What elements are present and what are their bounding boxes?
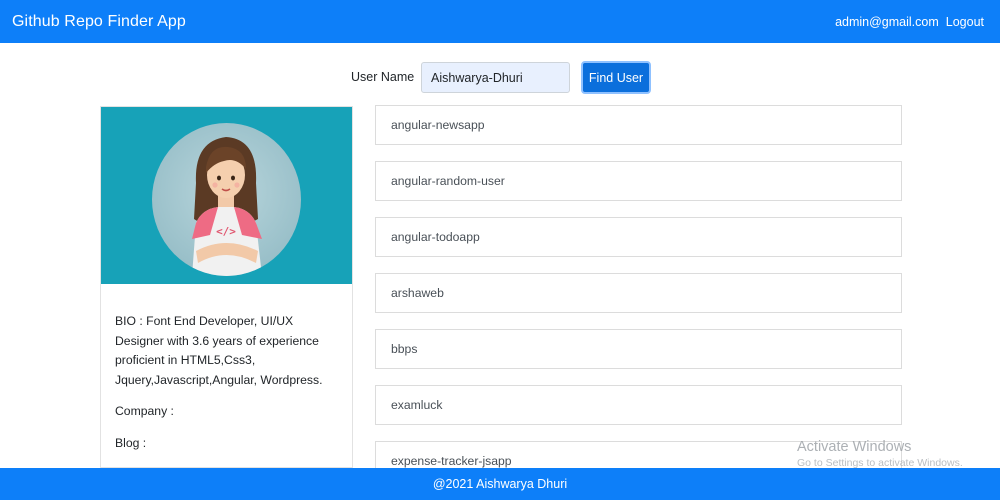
developer-girl-avatar-icon: </> bbox=[152, 123, 301, 276]
repo-item-arshaweb[interactable]: arshaweb bbox=[375, 273, 902, 313]
repo-item-bbps[interactable]: bbps bbox=[375, 329, 902, 369]
user-email: admin@gmail.com bbox=[835, 14, 939, 29]
footer-text: @2021 Aishwarya Dhuri bbox=[432, 477, 568, 491]
profile-company: Company : bbox=[115, 404, 174, 418]
repo-item-angular-todoapp[interactable]: angular-todoapp bbox=[375, 217, 902, 257]
profile-details: BIO : Font End Developer, UI/UX Designer… bbox=[101, 284, 352, 453]
nav-right: admin@gmail.com Logout bbox=[835, 15, 984, 29]
user-name-input[interactable] bbox=[421, 62, 570, 93]
footer: @2021 Aishwarya Dhuri bbox=[0, 468, 1000, 500]
navbar: Github Repo Finder App admin@gmail.com L… bbox=[0, 0, 1000, 43]
user-name-label: User Name bbox=[351, 70, 415, 84]
profile-bio: BIO : Font End Developer, UI/UX Designer… bbox=[115, 314, 323, 387]
repo-item-examluck[interactable]: examluck bbox=[375, 385, 902, 425]
app-title[interactable]: Github Repo Finder App bbox=[12, 13, 186, 31]
logout-link[interactable]: Logout bbox=[946, 15, 984, 29]
repo-item-angular-random-user[interactable]: angular-random-user bbox=[375, 161, 902, 201]
profile-banner: </> bbox=[101, 107, 352, 284]
profile-card: </> BIO : Font End Developer, UI/UX Desi… bbox=[100, 106, 353, 468]
repo-item-angular-newsapp[interactable]: angular-newsapp bbox=[375, 105, 902, 145]
profile-blog: Blog : bbox=[115, 435, 147, 450]
search-row: User Name Find User bbox=[0, 61, 1000, 94]
find-user-button[interactable]: Find User bbox=[581, 61, 651, 94]
repo-list: angular-newsapp angular-random-user angu… bbox=[375, 105, 902, 497]
svg-text:</>: </> bbox=[216, 225, 236, 238]
